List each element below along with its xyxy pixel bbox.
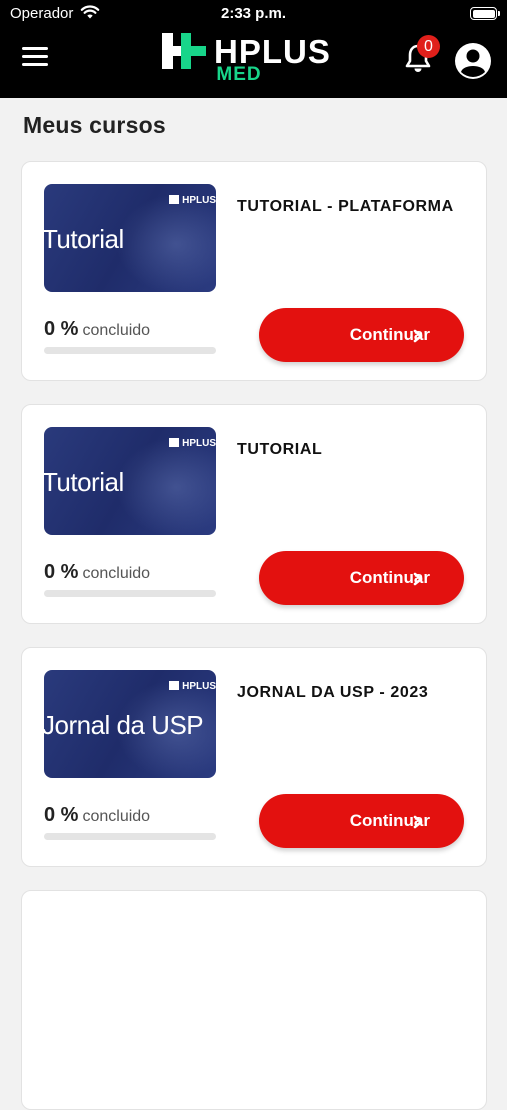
progress-label: concluido — [82, 322, 151, 339]
chevron-right-icon — [413, 572, 423, 586]
progress-bar — [44, 347, 216, 354]
hplus-logo-icon — [162, 33, 206, 69]
thumbnail-logo: HPLUS — [169, 681, 216, 692]
brand-sub: MED — [216, 64, 262, 85]
thumbnail-logo-text: HPLUS — [182, 438, 216, 449]
course-card: HPLUS Jornal da USP JORNAL DA USP - 2023… — [21, 647, 487, 867]
continue-button[interactable]: Continuar — [259, 794, 464, 848]
thumbnail-logo: HPLUS — [169, 195, 216, 206]
notification-badge: 0 — [417, 35, 440, 58]
progress-percent: 0 % — [44, 318, 79, 340]
continue-label: Continuar — [349, 568, 430, 587]
thumbnail-logo: HPLUS — [169, 438, 216, 449]
profile-icon[interactable] — [454, 42, 492, 80]
progress-percent: 0 % — [44, 804, 79, 826]
course-card: HPLUS Tutorial TUTORIAL - PLATAFORMA 0 %… — [21, 161, 487, 381]
course-card: HPLUS Tutorial TUTORIAL 0 % concluido Con… — [21, 404, 487, 624]
thumbnail-shade — [116, 437, 216, 535]
progress-bar — [44, 833, 216, 840]
progress-label: concluido — [82, 808, 151, 825]
course-thumbnail[interactable]: HPLUS Jornal da USP — [44, 670, 216, 778]
progress-text: 0 % concluido — [44, 318, 150, 341]
course-thumbnail[interactable]: HPLUS Tutorial — [44, 184, 216, 292]
status-bar: Operador 2:33 p.m. — [0, 0, 507, 28]
course-title: JORNAL DA USP - 2023 — [237, 684, 429, 701]
chevron-right-icon — [413, 815, 423, 829]
progress-bar — [44, 590, 216, 597]
menu-icon-line — [22, 55, 48, 58]
menu-button[interactable] — [22, 47, 48, 69]
continue-label: Continuar — [349, 325, 430, 344]
continue-button[interactable]: Continuar — [259, 308, 464, 362]
course-card — [21, 890, 487, 1110]
progress-percent: 0 % — [44, 561, 79, 583]
thumbnail-text: Tutorial — [44, 467, 124, 497]
thumbnail-shade — [116, 194, 216, 292]
battery-icon — [470, 7, 500, 20]
menu-icon — [22, 47, 48, 50]
page-title: Meus cursos — [23, 112, 166, 138]
thumbnail-text: Jornal da USP — [44, 710, 204, 740]
continue-label: Continuar — [349, 811, 430, 830]
menu-icon-line — [22, 63, 48, 66]
continue-button[interactable]: Continuar — [259, 551, 464, 605]
chevron-right-icon — [413, 329, 423, 343]
thumbnail-logo-text: HPLUS — [182, 681, 216, 692]
progress-text: 0 % concluido — [44, 804, 150, 827]
clock: 2:33 p.m. — [220, 5, 287, 22]
thumbnail-text: Tutorial — [44, 224, 124, 254]
progress-text: 0 % concluido — [44, 561, 150, 584]
course-title: TUTORIAL — [237, 441, 323, 458]
course-title: TUTORIAL - PLATAFORMA — [237, 198, 454, 215]
thumbnail-logo-text: HPLUS — [182, 195, 216, 206]
hplus-med-logo: HPLUS MED — [162, 33, 342, 85]
progress-label: concluido — [82, 565, 151, 582]
app-header: Operador 2:33 p.m. HPLUS MED 0 — [0, 0, 507, 98]
course-thumbnail[interactable]: HPLUS Tutorial — [44, 427, 216, 535]
